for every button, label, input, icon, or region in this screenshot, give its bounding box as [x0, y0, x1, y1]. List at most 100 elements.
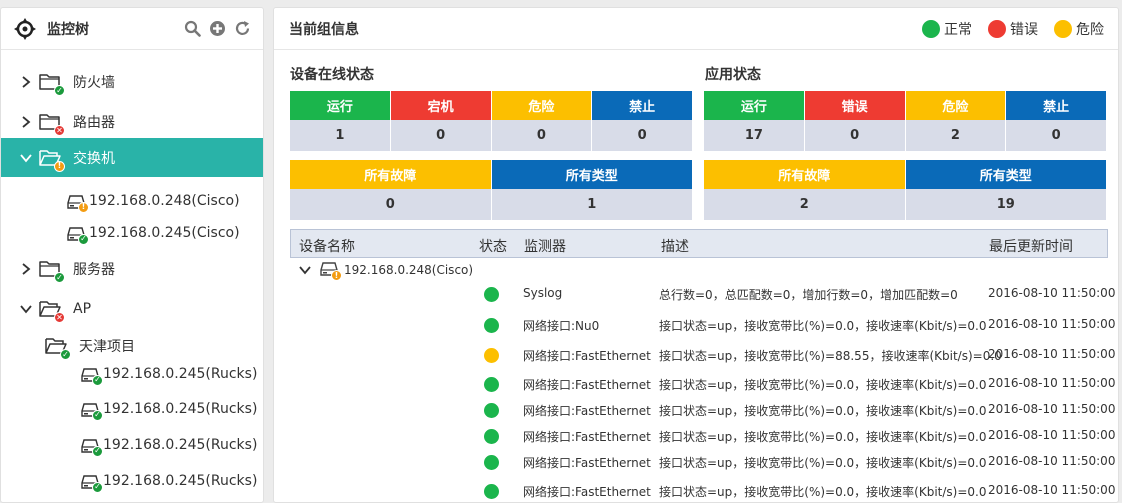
chevron-right-icon[interactable]: [19, 115, 33, 129]
ok-status-dot-icon: [484, 455, 499, 470]
chevron-down-icon[interactable]: [19, 151, 33, 165]
tree-item-label: 交换机: [73, 150, 115, 167]
tree-item-label: 192.168.0.245(Rucks): [103, 401, 258, 417]
tree-folder-item[interactable]: ! 交换机: [1, 138, 263, 177]
tree-item-label: 路由器: [73, 115, 115, 131]
monitor-name: Syslog: [523, 286, 563, 300]
device-danger-count[interactable]: 0: [491, 120, 593, 151]
app-all-faults-count[interactable]: 2: [704, 189, 906, 220]
warning-badge-icon: !: [331, 270, 342, 281]
monitor-table-header: 设备名称 状态 监测器 描述 最后更新时间: [290, 229, 1108, 258]
warning-status-dot-icon: [484, 348, 499, 363]
tree-item-label: AP: [73, 301, 92, 317]
last-update-time: 2016-08-10 11:50:00: [988, 402, 1116, 416]
app-error-count[interactable]: 0: [804, 120, 906, 151]
tree-item-label: 192.168.0.245(Rucks): [103, 437, 258, 453]
tree-folder-item[interactable]: ✕ 路由器: [1, 107, 263, 137]
crosshair-icon: [13, 17, 37, 41]
chevron-right-icon[interactable]: [19, 262, 33, 276]
tree-folder-item[interactable]: ✕ AP: [1, 294, 263, 324]
device-running-header[interactable]: 运行: [290, 91, 391, 120]
tree-item-label: 天津项目: [79, 339, 135, 355]
device-disabled-header[interactable]: 禁止: [592, 91, 693, 120]
app-disabled-header[interactable]: 禁止: [1006, 91, 1107, 120]
device-status-title: 设备在线状态: [290, 67, 374, 83]
device-disabled-count[interactable]: 0: [592, 120, 693, 151]
col-status[interactable]: 状态: [479, 236, 507, 256]
device-running-count[interactable]: 1: [290, 120, 391, 151]
search-icon[interactable]: [183, 20, 201, 38]
table-row[interactable]: 网络接口:FastEthernet 接口状态=up，接收宽带比(%)=0.0，接收…: [274, 480, 1118, 502]
device-all-types-count[interactable]: 1: [491, 189, 693, 220]
tree-item-label: 防火墙: [73, 75, 115, 91]
device-all-types-header[interactable]: 所有类型: [491, 160, 693, 189]
monitor-description: 接口状态=up，接收宽带比(%)=0.0，接收速率(Kbit/s)=0.0: [659, 485, 987, 499]
tree-folder-item[interactable]: ✓ 防火墙: [1, 67, 263, 97]
app-running-count[interactable]: 17: [704, 120, 805, 151]
chevron-down-icon[interactable]: [298, 263, 312, 277]
col-last-update[interactable]: 最后更新时间: [989, 236, 1073, 256]
app-all-faults-header[interactable]: 所有故障: [704, 160, 906, 189]
device-icon: ✓: [81, 367, 103, 386]
col-monitor[interactable]: 监测器: [524, 236, 566, 256]
legend-label-warning: 危险: [1076, 21, 1104, 38]
tree-item-label: 192.168.0.245(Rucks): [103, 473, 258, 489]
app-danger-header[interactable]: 危险: [905, 91, 1007, 120]
col-description[interactable]: 描述: [661, 236, 689, 256]
table-row[interactable]: 网络接口:FastEthernet 接口状态=up，接收宽带比(%)=0.0，接收…: [274, 373, 1118, 395]
tree-folder-item[interactable]: ✓ 服务器: [1, 254, 263, 284]
table-row[interactable]: 网络接口:FastEthernet 接口状态=up，接收宽带比(%)=0.0，接收…: [274, 399, 1118, 421]
monitor-name: 网络接口:Nu0: [523, 319, 600, 333]
chevron-down-icon[interactable]: [19, 302, 33, 316]
tree-device-item[interactable]: ✓ 192.168.0.245(Cisco): [1, 218, 263, 248]
monitor-description: 接口状态=up，接收宽带比(%)=0.0，接收速率(Kbit/s)=0.0: [659, 378, 987, 392]
table-row[interactable]: 网络接口:Nu0 接口状态=up，接收宽带比(%)=0.0，接收速率(Kbit/s…: [274, 314, 1118, 336]
ok-badge-icon: ✓: [54, 272, 65, 283]
device-icon: ✓: [81, 438, 103, 457]
folder-icon: ✓: [39, 72, 65, 96]
tree-device-item[interactable]: ✓ 192.168.0.245(Rucks): [1, 466, 263, 496]
chevron-right-icon[interactable]: [19, 75, 33, 89]
device-all-faults-header[interactable]: 所有故障: [290, 160, 492, 189]
monitor-tree-header: 监控树: [1, 8, 263, 50]
tree-device-item[interactable]: ✓ 192.168.0.245(Rucks): [1, 394, 263, 424]
col-device-name[interactable]: 设备名称: [299, 236, 355, 256]
app-error-header[interactable]: 错误: [804, 91, 906, 120]
monitor-description: 接口状态=up，接收宽带比(%)=88.55，接收速率(Kbit/s)=0.0: [659, 349, 1002, 363]
last-update-time: 2016-08-10 11:50:00: [988, 376, 1116, 390]
ok-badge-icon: ✓: [92, 445, 103, 457]
device-danger-header[interactable]: 危险: [491, 91, 593, 120]
tree-device-item[interactable]: ! 192.168.0.248(Cisco): [1, 186, 263, 216]
error-badge-icon: ✕: [54, 125, 65, 136]
app-all-types-header[interactable]: 所有类型: [905, 160, 1107, 189]
device-all-faults-count[interactable]: 0: [290, 189, 492, 220]
table-row[interactable]: Syslog 总行数=0，总匹配数=0，增加行数=0，增加匹配数=0 2016-08…: [274, 283, 1118, 305]
monitor-name: 网络接口:FastEthernet: [523, 378, 651, 392]
folder-icon: ✕: [39, 112, 65, 136]
app-all-types-count[interactable]: 19: [905, 189, 1107, 220]
table-device-group-row[interactable]: ! 192.168.0.248(Cisco): [298, 262, 473, 281]
monitor-description: 接口状态=up，接收宽带比(%)=0.0，接收速率(Kbit/s)=0.0: [659, 319, 987, 333]
table-row[interactable]: 网络接口:FastEthernet 接口状态=up，接收宽带比(%)=0.0，接收…: [274, 451, 1118, 473]
ok-badge-icon: ✓: [92, 409, 103, 421]
device-down-count[interactable]: 0: [390, 120, 492, 151]
tree-device-item[interactable]: ✓ 192.168.0.245(Rucks): [1, 359, 263, 389]
ok-status-dot-icon: [484, 287, 499, 302]
add-icon[interactable]: [208, 20, 226, 38]
tree-item-label: 192.168.0.245(Rucks): [103, 366, 258, 382]
tree-folder-item[interactable]: ✓ 天津项目: [1, 331, 263, 361]
ok-status-dot-icon: [484, 403, 499, 418]
warning-badge-icon: !: [78, 201, 89, 213]
last-update-time: 2016-08-10 11:50:00: [988, 454, 1116, 468]
app-running-header[interactable]: 运行: [704, 91, 805, 120]
table-row[interactable]: 网络接口:FastEthernet 接口状态=up，接收宽带比(%)=0.0，接收…: [274, 425, 1118, 447]
legend-item-normal: 正常: [922, 19, 972, 39]
monitor-description: 接口状态=up，接收宽带比(%)=0.0，接收速率(Kbit/s)=0.0: [659, 456, 987, 470]
tree-device-item[interactable]: ✓ 192.168.0.245(Rucks): [1, 430, 263, 460]
device-down-header[interactable]: 宕机: [390, 91, 492, 120]
refresh-icon[interactable]: [233, 20, 251, 38]
app-disabled-count[interactable]: 0: [1006, 120, 1107, 151]
table-row[interactable]: 网络接口:FastEthernet 接口状态=up，接收宽带比(%)=88.55，…: [274, 344, 1118, 366]
app-danger-count[interactable]: 2: [905, 120, 1007, 151]
ok-badge-icon: ✓: [78, 233, 89, 245]
